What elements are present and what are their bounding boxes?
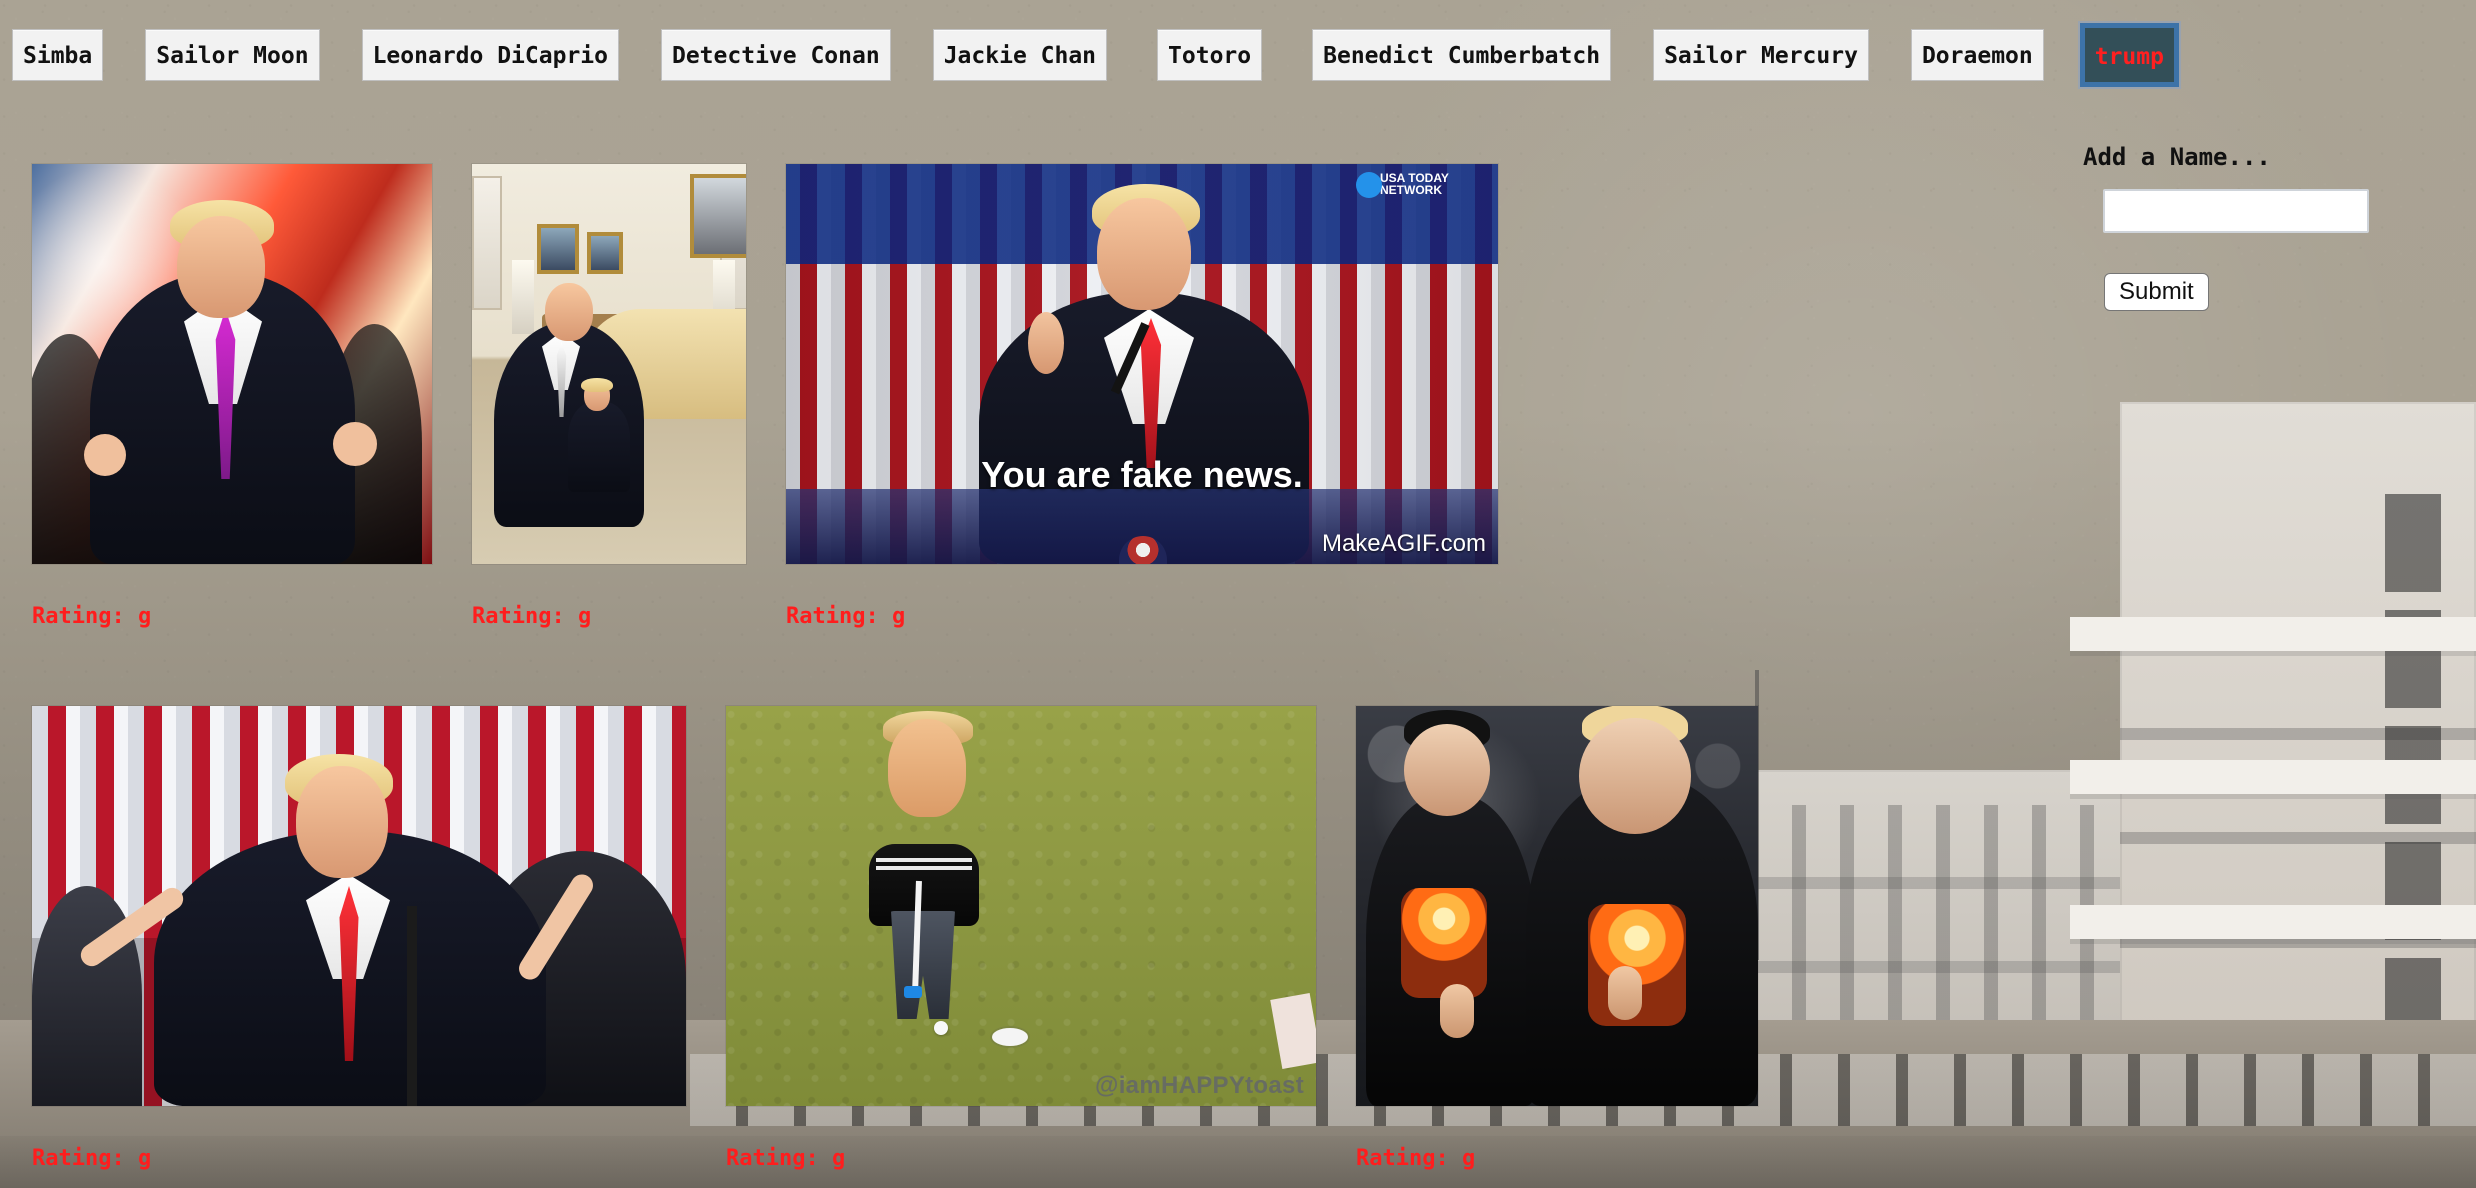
gif-card: Rating: g bbox=[472, 164, 746, 628]
shirt-print-left bbox=[1401, 888, 1487, 998]
rating-label: Rating: g bbox=[32, 1146, 152, 1171]
thumbs-up-right bbox=[1608, 966, 1642, 1020]
add-name-panel: Add a Name... Submit bbox=[2083, 145, 2403, 311]
background-balcony bbox=[2070, 905, 2476, 939]
jacket-stripes bbox=[876, 858, 972, 862]
gif-gallery: Rating: g Rating: g USA TODAY NETWORK Yo… bbox=[32, 164, 1758, 1184]
thumbs-up-left bbox=[1440, 984, 1474, 1038]
top-button-simba[interactable]: Simba bbox=[12, 29, 104, 81]
top-button-leonardo-dicaprio[interactable]: Leonardo DiCaprio bbox=[361, 29, 619, 81]
gif-image-thumbs-up-shirts[interactable] bbox=[1356, 706, 1758, 1106]
rating-label: Rating: g bbox=[726, 1146, 846, 1171]
gif-image-red-stage[interactable] bbox=[32, 164, 432, 564]
office-window-left bbox=[472, 176, 502, 310]
gif-image-fake-news[interactable]: USA TODAY NETWORK You are fake news. Mak… bbox=[786, 164, 1498, 564]
gif-row-2: Rating: g @iamHAPPYtoast Rating: g Ratin… bbox=[32, 706, 1758, 1170]
small-figure bbox=[568, 402, 630, 492]
paper-scrap bbox=[1270, 993, 1316, 1069]
background-balcony bbox=[2070, 617, 2476, 651]
top-button-sailor-moon[interactable]: Sailor Moon bbox=[145, 29, 320, 81]
rating-label: Rating: g bbox=[1356, 1146, 1476, 1171]
rating-label: Rating: g bbox=[472, 604, 592, 629]
face bbox=[1097, 198, 1191, 310]
pointing-hand bbox=[1028, 312, 1064, 374]
makeagif-watermark: MakeAGIF.com bbox=[1321, 530, 1486, 557]
rating-label: Rating: g bbox=[786, 604, 906, 629]
top-button-benedict-cumberbatch[interactable]: Benedict Cumberbatch bbox=[1312, 29, 1612, 81]
microphone bbox=[407, 906, 417, 1106]
gif-row-1: Rating: g Rating: g USA TODAY NETWORK Yo… bbox=[32, 164, 1498, 628]
face bbox=[545, 283, 593, 341]
network-dot bbox=[1356, 172, 1382, 198]
face bbox=[296, 766, 388, 878]
name-input[interactable] bbox=[2103, 189, 2369, 233]
gif-card: @iamHAPPYtoast Rating: g bbox=[726, 706, 1316, 1170]
face-right bbox=[1579, 718, 1691, 834]
background-balcony bbox=[2070, 760, 2476, 794]
gif-card: Rating: g bbox=[1356, 706, 1758, 1170]
top-button-doraemon[interactable]: Doraemon bbox=[1910, 29, 2044, 81]
portrait-frame bbox=[690, 174, 746, 258]
gif-card: USA TODAY NETWORK You are fake news. Mak… bbox=[786, 164, 1498, 628]
lamp-left bbox=[512, 260, 534, 334]
rating-label: Rating: g bbox=[32, 604, 152, 629]
top-button-jackie-chan[interactable]: Jackie Chan bbox=[932, 29, 1108, 81]
gif-image-office-photo[interactable] bbox=[472, 164, 746, 564]
portrait-frame bbox=[587, 232, 623, 274]
gif-image-golf[interactable]: @iamHAPPYtoast bbox=[726, 706, 1316, 1106]
top-button-detective-conan[interactable]: Detective Conan bbox=[660, 29, 891, 81]
hand-left bbox=[84, 434, 126, 476]
hand-right bbox=[333, 422, 377, 466]
portrait-frame bbox=[537, 224, 579, 274]
submit-button[interactable]: Submit bbox=[2104, 273, 2209, 311]
top-button-totoro[interactable]: Totoro bbox=[1157, 29, 1263, 81]
gif-caption: You are fake news. bbox=[981, 454, 1303, 495]
top-button-sailor-mercury[interactable]: Sailor Mercury bbox=[1653, 29, 1869, 81]
gif-card: Rating: g bbox=[32, 706, 686, 1170]
face bbox=[888, 719, 966, 817]
legs bbox=[891, 911, 955, 1019]
small-hair bbox=[581, 378, 613, 392]
face-left bbox=[1404, 724, 1490, 816]
golf-club-head bbox=[904, 986, 922, 998]
golf-hole bbox=[992, 1028, 1028, 1046]
top-button-bar: Simba Sailor Moon Leonardo DiCaprio Dete… bbox=[12, 23, 2179, 87]
happy-toast-watermark: @iamHAPPYtoast bbox=[1095, 1072, 1304, 1099]
gif-image-capitol-pointing[interactable] bbox=[32, 706, 686, 1106]
add-name-title: Add a Name... bbox=[2083, 143, 2271, 171]
face bbox=[177, 216, 265, 318]
usa-today-network-logo: USA TODAY NETWORK bbox=[1380, 171, 1449, 197]
golf-ball bbox=[934, 1021, 948, 1035]
top-button-trump-active[interactable]: trump bbox=[2079, 23, 2179, 87]
gif-card: Rating: g bbox=[32, 164, 432, 628]
